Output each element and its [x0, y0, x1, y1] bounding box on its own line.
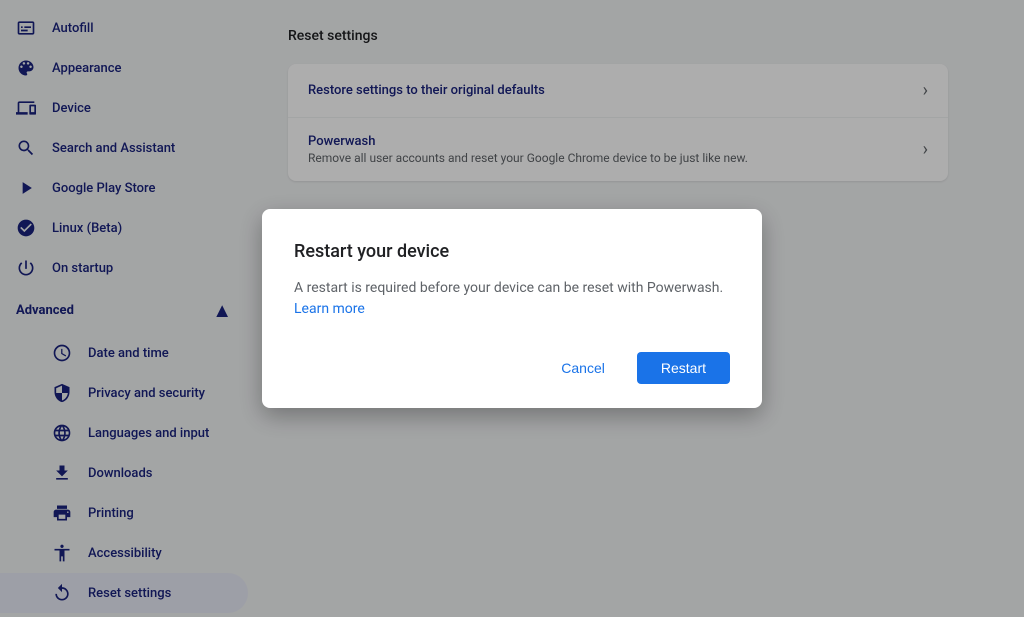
dialog-title: Restart your device	[294, 241, 730, 262]
cancel-button[interactable]: Cancel	[537, 352, 629, 384]
dialog-overlay: Restart your device A restart is require…	[0, 0, 1024, 617]
learn-more-link[interactable]: Learn more	[294, 301, 365, 317]
dialog-body: A restart is required before your device…	[294, 278, 730, 320]
dialog-actions: Cancel Restart	[294, 352, 730, 384]
restart-button[interactable]: Restart	[637, 352, 730, 384]
dialog-body-text: A restart is required before your device…	[294, 280, 723, 296]
restart-dialog: Restart your device A restart is require…	[262, 209, 762, 408]
